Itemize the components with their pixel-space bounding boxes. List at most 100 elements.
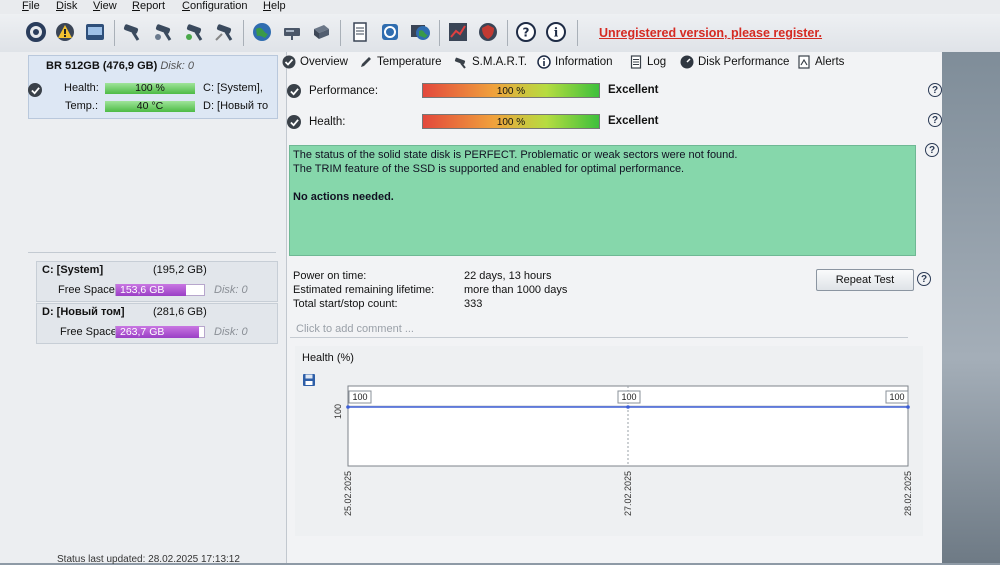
toolbar-separator: [507, 20, 508, 46]
menu-help[interactable]: Help: [263, 0, 286, 13]
satellite-check-icon[interactable]: [183, 20, 207, 44]
shield-icon[interactable]: [476, 20, 500, 44]
status-message-box: The status of the solid state disk is PE…: [289, 145, 916, 256]
chart-data-label: 100: [621, 392, 636, 402]
health-chart: 100 25.02.2025 100 27.02.2025 100 28.02.2025 1…: [333, 385, 913, 516]
status-line-2: The TRIM feature of the SSD is supported…: [293, 163, 685, 175]
drive-c-link[interactable]: C: [System],: [203, 82, 263, 94]
satellite-icon[interactable]: [120, 20, 144, 44]
comment-input[interactable]: Click to add comment ...: [296, 323, 414, 335]
volume-d-disk-link[interactable]: Disk: 0: [214, 326, 248, 338]
tab-alerts-label: Alerts: [815, 56, 845, 68]
tab-disk-performance[interactable]: Disk Performance: [680, 55, 789, 69]
menu-view[interactable]: View: [93, 0, 117, 13]
tab-temperature-label: Temperature: [377, 56, 442, 68]
speedometer-icon: [680, 55, 694, 69]
status-last-updated: Status last updated: 28.02.2025 17:13:12: [57, 554, 240, 565]
pencil-icon: [359, 55, 373, 69]
health-bar: 100 %: [422, 114, 600, 129]
status-line-1: The status of the solid state disk is PE…: [293, 149, 738, 161]
menu-configuration[interactable]: Configuration: [182, 0, 247, 13]
health-help-icon[interactable]: ?: [928, 113, 942, 127]
svg-text:?: ?: [523, 26, 530, 40]
refresh-icon[interactable]: [24, 20, 48, 44]
network-drive-icon[interactable]: [280, 20, 304, 44]
performance-rating: Excellent: [608, 84, 659, 96]
disk-window-icon[interactable]: [83, 20, 107, 44]
document-icon[interactable]: [348, 20, 372, 44]
volume-d-free-value: 263,7 GB: [120, 326, 165, 338]
disk-temp-label: Temp.:: [65, 100, 99, 112]
toolbar-separator: [439, 20, 440, 46]
disk-title: BR 512GB (476,9 GB) Disk: 0: [46, 60, 194, 72]
chart-y-tick-label: 100: [333, 404, 343, 419]
tab-log[interactable]: Log: [629, 55, 666, 69]
menu-file[interactable]: File: [22, 0, 40, 13]
register-link[interactable]: Unregistered version, please register.: [599, 26, 822, 40]
volume-c-free-label: Free Space: [58, 284, 115, 296]
tab-overview[interactable]: Overview: [282, 55, 348, 69]
volume-c-disk-link[interactable]: Disk: 0: [214, 284, 248, 296]
health-label: Health:: [309, 116, 346, 128]
volume-d-size: (281,6 GB): [153, 306, 207, 318]
save-icon[interactable]: [302, 373, 316, 390]
volume-c-size: (195,2 GB): [153, 264, 207, 276]
chart-icon[interactable]: [446, 20, 470, 44]
tab-smart[interactable]: S.M.A.R.T.: [454, 55, 527, 69]
tab-overview-label: Overview: [300, 56, 348, 68]
toolbar-separator: [114, 20, 115, 46]
chart-data-label: 100: [889, 392, 904, 402]
performance-label: Performance:: [309, 85, 379, 97]
disk-temp-value: 40 °C: [136, 100, 164, 112]
performance-bar: 100 %: [422, 83, 600, 98]
repeat-test-help-icon[interactable]: ?: [917, 272, 931, 286]
volume-d-free-bar: 263,7 GB: [116, 326, 199, 338]
start-stop-count-label: Total start/stop count:: [293, 298, 398, 310]
tab-information[interactable]: Information: [537, 55, 613, 69]
performance-help-icon[interactable]: ?: [928, 83, 942, 97]
hard-drive-icon[interactable]: [309, 20, 333, 44]
volume-d-name: D: [Новый том]: [42, 306, 125, 318]
volume-c-free-bar: 153,6 GB: [116, 284, 186, 296]
tab-information-label: Information: [555, 56, 613, 68]
remaining-lifetime-label: Estimated remaining lifetime:: [293, 284, 435, 296]
chart-data-point: [346, 405, 350, 409]
satellite-settings-icon[interactable]: [152, 20, 176, 44]
disk-health-bar: 100 %: [105, 83, 195, 94]
tab-smart-label: S.M.A.R.T.: [472, 56, 527, 68]
remaining-lifetime-value: more than 1000 days: [464, 284, 568, 296]
info-icon[interactable]: i: [544, 20, 568, 44]
satellite-off-icon[interactable]: [213, 20, 237, 44]
chart-data-point: [626, 405, 630, 409]
tab-alerts[interactable]: Alerts: [797, 55, 844, 69]
panel-divider: [28, 252, 276, 253]
disk-name: BR 512GB (476,9 GB): [46, 60, 158, 72]
document-icon: [629, 55, 643, 69]
alert-page-icon: [797, 55, 811, 69]
refresh-disk-icon[interactable]: [378, 20, 402, 44]
menu-report[interactable]: Report: [132, 0, 165, 13]
help-icon[interactable]: ?: [514, 20, 538, 44]
toolbar-separator: [577, 20, 578, 46]
drive-d-link[interactable]: D: [Новый то: [203, 100, 275, 112]
comment-underline: [290, 337, 908, 338]
performance-value: 100 %: [496, 86, 526, 97]
info-icon: [537, 55, 551, 69]
check-circle-icon: [282, 55, 296, 69]
tab-disk-performance-label: Disk Performance: [698, 56, 790, 68]
chart-x-tick-label: 28.02.2025: [903, 471, 913, 516]
health-check-icon: [28, 83, 42, 97]
status-help-icon[interactable]: ?: [925, 143, 939, 157]
toolbar: ? i: [0, 14, 1000, 53]
status-line-3: No actions needed.: [293, 191, 394, 203]
world-disk-icon[interactable]: [408, 20, 432, 44]
menu-disk[interactable]: Disk: [56, 0, 77, 13]
disk-health-value: 100 %: [135, 82, 165, 94]
globe-icon[interactable]: [250, 20, 274, 44]
repeat-test-button[interactable]: Repeat Test: [816, 269, 914, 291]
chart-data-point: [906, 405, 910, 409]
tab-temperature[interactable]: Temperature: [359, 55, 442, 69]
menu-bar: File Disk View Report Configuration Help: [0, 0, 1000, 14]
volume-d-free-track: 263,7 GB: [115, 326, 205, 338]
warning-icon[interactable]: [53, 20, 77, 44]
